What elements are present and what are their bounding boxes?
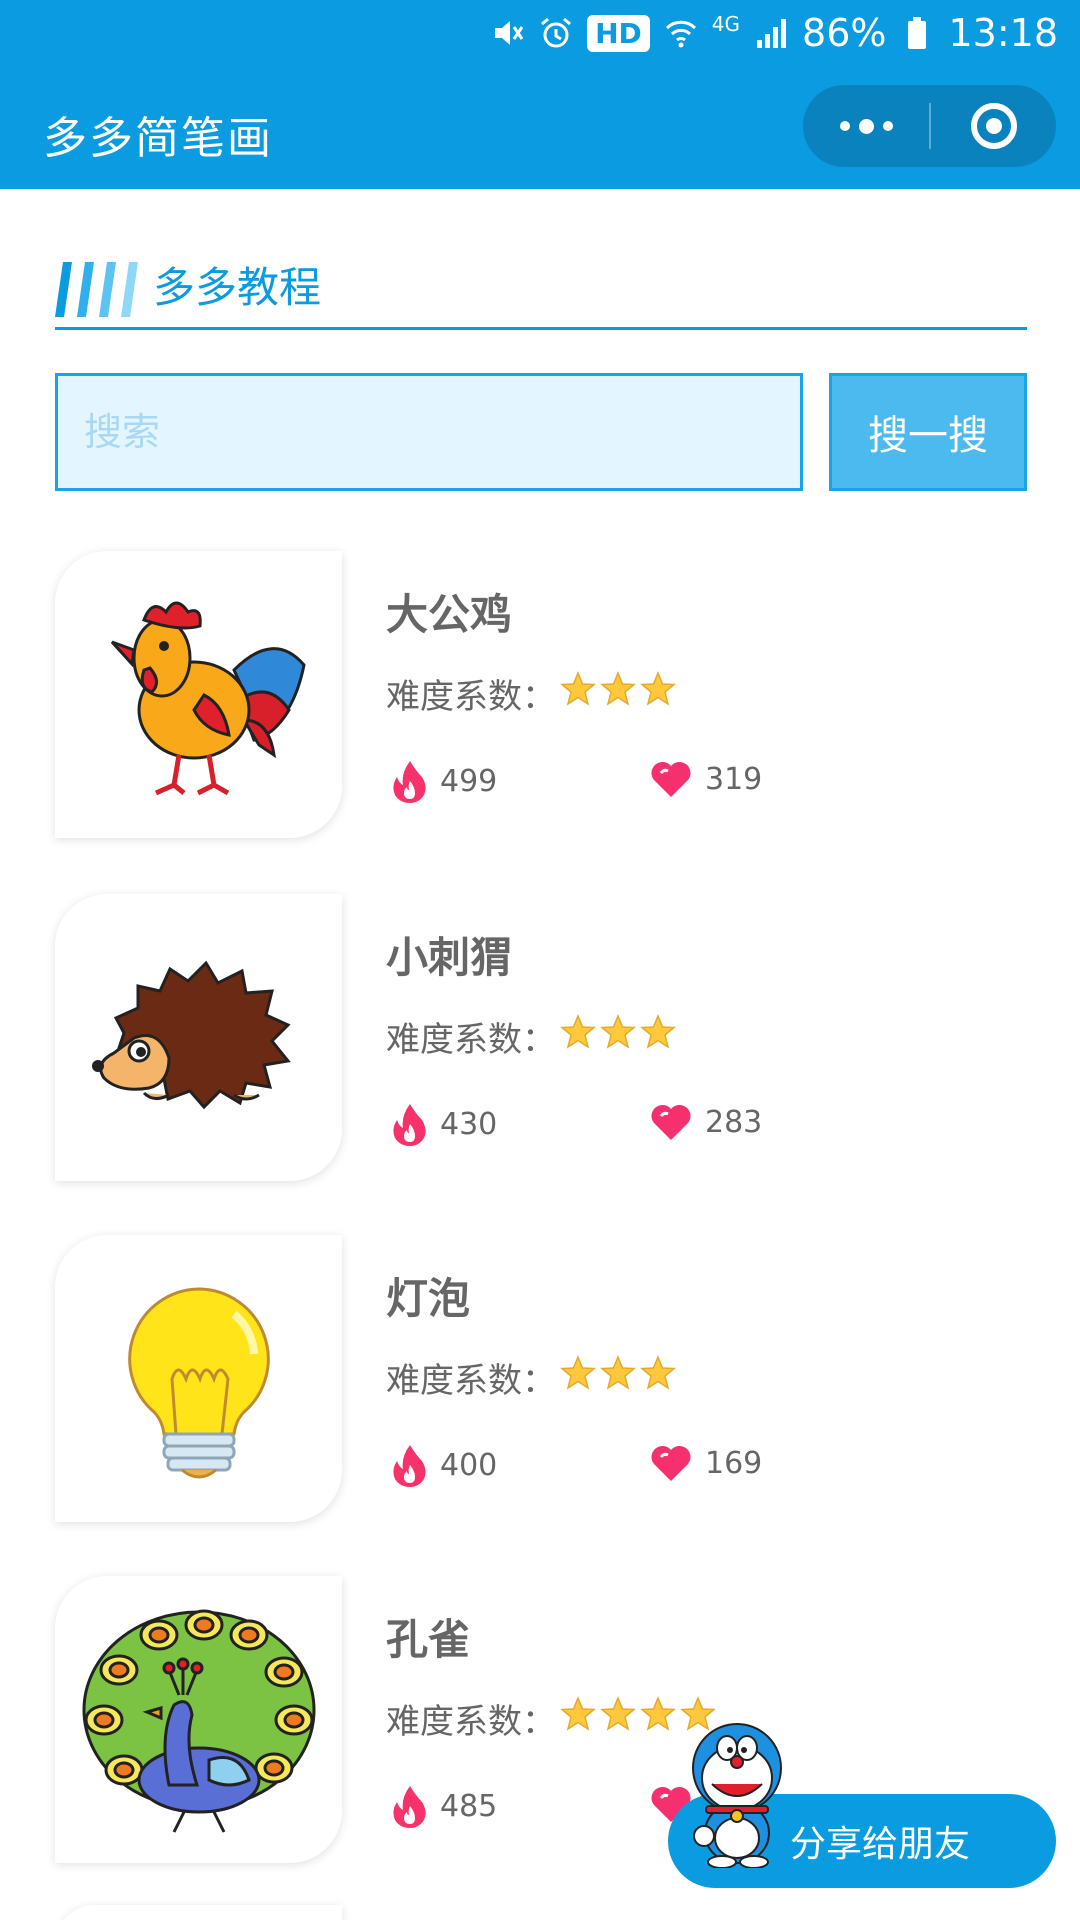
wifi-icon: [664, 16, 698, 50]
likes-count: 319: [705, 761, 763, 797]
likes-stat[interactable]: 319: [649, 759, 762, 799]
likes-count: 169: [705, 1445, 763, 1481]
views-stat: 400: [392, 1443, 497, 1487]
list-item[interactable]: 小刺猬 难度系数： 430 283: [55, 894, 1027, 1184]
likes-count: 283: [705, 1104, 763, 1140]
section-header: 多多教程: [55, 262, 1027, 330]
star-icon: [600, 1014, 636, 1059]
difficulty-row: 难度系数：: [386, 669, 676, 718]
likes-stat[interactable]: 169: [649, 1443, 762, 1483]
network-type: 4G: [711, 12, 741, 36]
item-title: 小刺猬: [386, 933, 513, 982]
star-icon: [600, 1355, 636, 1400]
star-icon: [560, 1014, 596, 1059]
views-stat: 430: [392, 1102, 497, 1146]
alarm-icon: [539, 16, 573, 50]
stripes-icon: [55, 262, 138, 317]
difficulty-row: 难度系数：: [386, 1353, 676, 1402]
battery-icon: [900, 16, 934, 50]
difficulty-label: 难度系数：: [386, 1361, 556, 1401]
star-rating: [560, 671, 676, 716]
top-bar: HD 4G 86% 13:18 多多简笔画: [0, 0, 1080, 189]
heart-icon: [651, 761, 691, 797]
more-dot-icon: [858, 118, 874, 134]
difficulty-label: 难度系数：: [386, 1702, 556, 1742]
difficulty-label: 难度系数：: [386, 1020, 556, 1060]
star-icon: [640, 671, 676, 716]
fire-icon: [393, 1445, 426, 1487]
search-button[interactable]: 搜一搜: [829, 373, 1027, 491]
fire-icon: [393, 761, 426, 803]
star-icon: [640, 1014, 676, 1059]
section-title: 多多教程: [153, 263, 322, 312]
item-thumbnail: [55, 1576, 342, 1863]
target-icon: [970, 103, 1017, 149]
views-count: 485: [440, 1788, 498, 1824]
signal-icon: [754, 16, 788, 50]
doraemon-icon: [692, 1723, 782, 1868]
item-thumbnail: [55, 551, 342, 838]
lightbulb-image: [127, 1286, 270, 1478]
fire-icon: [393, 1786, 426, 1828]
star-icon: [600, 671, 636, 716]
more-dot-icon: [839, 121, 850, 131]
close-button[interactable]: [931, 85, 1056, 167]
star-rating: [560, 1014, 676, 1059]
more-button[interactable]: [803, 85, 929, 167]
likes-stat[interactable]: 283: [649, 1102, 762, 1142]
star-icon: [560, 1355, 596, 1400]
share-label: 分享给朋友: [789, 1824, 970, 1865]
difficulty-row: 难度系数：: [386, 1012, 676, 1061]
mute-icon: [491, 16, 525, 50]
list-item[interactable]: 灯泡 难度系数： 400 169: [55, 1235, 1027, 1525]
search-input[interactable]: [55, 373, 803, 491]
views-stat: 499: [392, 759, 497, 803]
views-count: 430: [440, 1106, 498, 1142]
more-dot-icon: [882, 121, 893, 131]
mini-program-capsule: [803, 85, 1056, 167]
hedgehog-image: [91, 960, 291, 1109]
battery-percent: 86%: [802, 11, 887, 55]
views-count: 499: [440, 763, 498, 799]
page-title: 多多简笔画: [43, 113, 273, 164]
difficulty-label: 难度系数：: [386, 677, 556, 717]
heart-icon: [651, 1104, 691, 1140]
star-icon: [640, 1355, 676, 1400]
rooster-image: [110, 601, 306, 795]
star-icon: [560, 1696, 596, 1741]
star-icon: [640, 1696, 676, 1741]
item-thumbnail: [55, 1235, 342, 1522]
item-thumbnail: [55, 894, 342, 1181]
heart-icon: [651, 1445, 691, 1481]
item-title: 大公鸡: [386, 590, 513, 639]
fire-icon: [393, 1104, 426, 1146]
star-icon: [600, 1696, 636, 1741]
peacock-image: [82, 1609, 315, 1833]
difficulty-row: 难度系数：: [386, 1694, 716, 1743]
views-stat: 485: [392, 1784, 497, 1828]
star-icon: [560, 671, 596, 716]
list-item[interactable]: 大公鸡 难度系数： 499 319: [55, 551, 1027, 841]
item-title: 孔雀: [386, 1615, 471, 1664]
list-item[interactable]: [55, 1905, 342, 1920]
hd-badge: HD: [587, 14, 650, 52]
clock: 13:18: [948, 11, 1058, 55]
views-count: 400: [440, 1447, 498, 1483]
status-bar: HD 4G 86% 13:18: [491, 8, 1058, 58]
item-title: 灯泡: [386, 1274, 471, 1323]
star-rating: [560, 1355, 676, 1400]
